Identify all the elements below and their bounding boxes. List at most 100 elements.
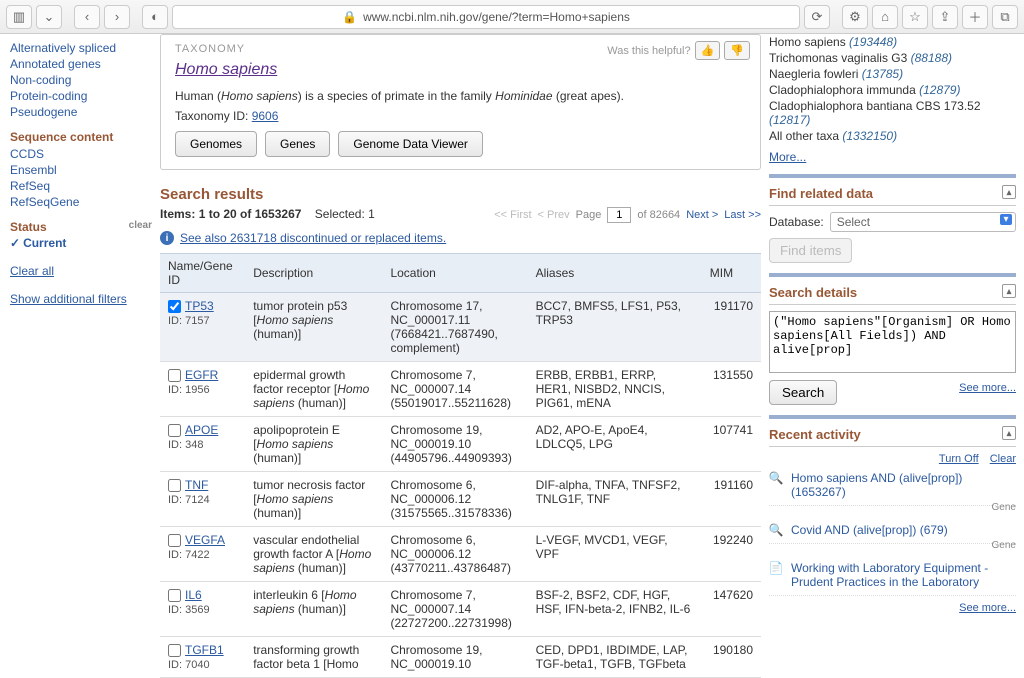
cell-aliases: ERBB, ERBB1, ERRP, HER1, NISBD2, NNCIS, … bbox=[528, 362, 702, 417]
gene-link[interactable]: TP53 bbox=[185, 299, 214, 313]
row-checkbox[interactable] bbox=[168, 369, 181, 382]
filter-item[interactable]: Alternatively spliced bbox=[10, 40, 152, 56]
gene-id: ID: 1956 bbox=[168, 384, 210, 396]
recent-activity-text: Homo sapiens AND (alive[prop]) (1653267) bbox=[791, 471, 1016, 499]
cell-aliases: CED, DPD1, IBDIMDE, LAP, TGF-beta1, TGFB… bbox=[528, 637, 702, 678]
reload-button[interactable]: ⟳ bbox=[804, 5, 830, 29]
search-details-textarea[interactable] bbox=[769, 311, 1016, 373]
clear-link[interactable]: Clear bbox=[990, 453, 1016, 465]
share-icon[interactable]: ⇪ bbox=[932, 5, 958, 29]
recent-activity-item[interactable]: 🔍Homo sapiens AND (alive[prop]) (1653267… bbox=[769, 465, 1016, 506]
filter-header-sequence: Sequence content bbox=[10, 130, 152, 144]
browser-toolbar: ▥ ⌄ ‹ › ◐ 🔒 www.ncbi.nlm.nih.gov/gene/?t… bbox=[0, 0, 1024, 34]
info-icon: i bbox=[160, 231, 174, 245]
recent-activity-source: Gene bbox=[769, 540, 1016, 551]
thumbs-down-button[interactable]: 👎 bbox=[724, 41, 750, 60]
filter-item[interactable]: Pseudogene bbox=[10, 104, 152, 120]
find-items-button[interactable]: Find items bbox=[769, 238, 852, 263]
gene-id: ID: 7124 bbox=[168, 494, 210, 506]
see-also-link[interactable]: See also 2631718 discontinued or replace… bbox=[180, 231, 446, 245]
gene-id: ID: 7422 bbox=[168, 549, 210, 561]
genes-button[interactable]: Genes bbox=[265, 131, 330, 157]
gene-link[interactable]: EGFR bbox=[185, 368, 218, 382]
row-checkbox[interactable] bbox=[168, 534, 181, 547]
cell-location: Chromosome 7, NC_000007.14 (22727200..22… bbox=[382, 582, 527, 637]
cell-aliases: L-VEGF, MVCD1, VEGF, VPF bbox=[528, 527, 702, 582]
taxon-item[interactable]: Cladophialophora immunda (12879) bbox=[769, 82, 1016, 98]
see-more-link[interactable]: See more... bbox=[959, 382, 1016, 394]
new-tab-button[interactable]: ＋ bbox=[962, 5, 988, 29]
recent-see-more-link[interactable]: See more... bbox=[959, 602, 1016, 614]
gene-link[interactable]: APOE bbox=[185, 423, 218, 437]
taxon-item[interactable]: All other taxa (1332150) bbox=[769, 128, 1016, 144]
filter-current[interactable]: ✓Current bbox=[10, 236, 152, 250]
database-select[interactable]: Select bbox=[830, 212, 1016, 232]
row-checkbox[interactable] bbox=[168, 589, 181, 602]
turn-off-link[interactable]: Turn Off bbox=[939, 453, 979, 465]
th-name[interactable]: Name/Gene ID bbox=[160, 254, 245, 293]
page-next[interactable]: Next > bbox=[686, 209, 718, 221]
filter-item[interactable]: Non-coding bbox=[10, 72, 152, 88]
taxon-item[interactable]: Trichomonas vaginalis G3 (88188) bbox=[769, 50, 1016, 66]
settings-icon[interactable]: ⚙ bbox=[842, 5, 868, 29]
collapse-icon[interactable]: ▴ bbox=[1002, 185, 1016, 199]
gene-link[interactable]: VEGFA bbox=[185, 533, 225, 547]
home-icon[interactable]: ⌂ bbox=[872, 5, 898, 29]
back-button[interactable]: ‹ bbox=[74, 5, 100, 29]
search-button[interactable]: Search bbox=[769, 380, 837, 405]
cell-description: tumor protein p53 [Homo sapiens (human)] bbox=[245, 293, 382, 362]
taxonomy-name-link[interactable]: Homo sapiens bbox=[175, 61, 277, 79]
cell-aliases: BCC7, BMFS5, LFS1, P53, TRP53 bbox=[528, 293, 702, 362]
dropdown-button[interactable]: ⌄ bbox=[36, 5, 62, 29]
shield-icon[interactable]: ◐ bbox=[142, 5, 168, 29]
forward-button[interactable]: › bbox=[104, 5, 130, 29]
show-additional-filters-link[interactable]: Show additional filters bbox=[10, 292, 127, 306]
taxon-item[interactable]: Naegleria fowleri (13785) bbox=[769, 66, 1016, 82]
row-checkbox[interactable] bbox=[168, 300, 181, 313]
cell-aliases: BSF-2, BSF2, CDF, HGF, HSF, IFN-beta-2, … bbox=[528, 582, 702, 637]
taxon-item[interactable]: Cladophialophora bantiana CBS 173.52 (12… bbox=[769, 98, 1016, 128]
th-description[interactable]: Description bbox=[245, 254, 382, 293]
sidebar-toggle-button[interactable]: ▥ bbox=[6, 5, 32, 29]
collapse-icon[interactable]: ▴ bbox=[1002, 284, 1016, 298]
genome-data-viewer-button[interactable]: Genome Data Viewer bbox=[338, 131, 483, 157]
bookmark-icon[interactable]: ☆ bbox=[902, 5, 928, 29]
page-input[interactable] bbox=[607, 207, 631, 223]
recent-activity-item[interactable]: 📄Working with Laboratory Equipment - Pru… bbox=[769, 555, 1016, 596]
cell-description: interleukin 6 [Homo sapiens (human)] bbox=[245, 582, 382, 637]
cell-location: Chromosome 19, NC_000019.10 (44905796..4… bbox=[382, 417, 527, 472]
gene-link[interactable]: TNF bbox=[185, 478, 208, 492]
filter-item[interactable]: RefSeq bbox=[10, 178, 152, 194]
clear-status-link[interactable]: clear bbox=[129, 220, 152, 231]
th-mim[interactable]: MIM bbox=[702, 254, 761, 293]
collapse-icon[interactable]: ▴ bbox=[1002, 426, 1016, 440]
row-checkbox[interactable] bbox=[168, 479, 181, 492]
page-last[interactable]: Last >> bbox=[724, 209, 761, 221]
helpful-prompt: Was this helpful? 👍 👎 bbox=[607, 41, 750, 60]
gene-link[interactable]: IL6 bbox=[185, 588, 202, 602]
filter-item[interactable]: Annotated genes bbox=[10, 56, 152, 72]
search-icon: 🔍 bbox=[769, 523, 783, 537]
row-checkbox[interactable] bbox=[168, 424, 181, 437]
taxon-item[interactable]: Homo sapiens (193448) bbox=[769, 34, 1016, 50]
tabs-button[interactable]: ⧉ bbox=[992, 5, 1018, 29]
url-text: www.ncbi.nlm.nih.gov/gene/?term=Homo+sap… bbox=[363, 10, 630, 24]
th-location[interactable]: Location bbox=[382, 254, 527, 293]
main-content: TAXONOMY Was this helpful? 👍 👎 Homo sapi… bbox=[160, 34, 769, 678]
row-checkbox[interactable] bbox=[168, 644, 181, 657]
thumbs-up-button[interactable]: 👍 bbox=[695, 41, 721, 60]
filter-item[interactable]: Protein-coding bbox=[10, 88, 152, 104]
cell-aliases: AD2, APO-E, ApoE4, LDLCQ5, LPG bbox=[528, 417, 702, 472]
taxonomy-id-link[interactable]: 9606 bbox=[252, 109, 279, 123]
url-field[interactable]: 🔒 www.ncbi.nlm.nih.gov/gene/?term=Homo+s… bbox=[172, 5, 800, 29]
filter-item[interactable]: RefSeqGene bbox=[10, 194, 152, 210]
genomes-button[interactable]: Genomes bbox=[175, 131, 257, 157]
filter-item[interactable]: CCDS bbox=[10, 146, 152, 162]
gene-link[interactable]: TGFB1 bbox=[185, 643, 224, 657]
more-organisms-link[interactable]: More... bbox=[769, 150, 806, 164]
database-label: Database: bbox=[769, 215, 824, 229]
clear-all-link[interactable]: Clear all bbox=[10, 264, 54, 278]
pagination: << First < Prev Page of 82664 Next > Las… bbox=[494, 207, 761, 223]
th-aliases[interactable]: Aliases bbox=[528, 254, 702, 293]
filter-item[interactable]: Ensembl bbox=[10, 162, 152, 178]
